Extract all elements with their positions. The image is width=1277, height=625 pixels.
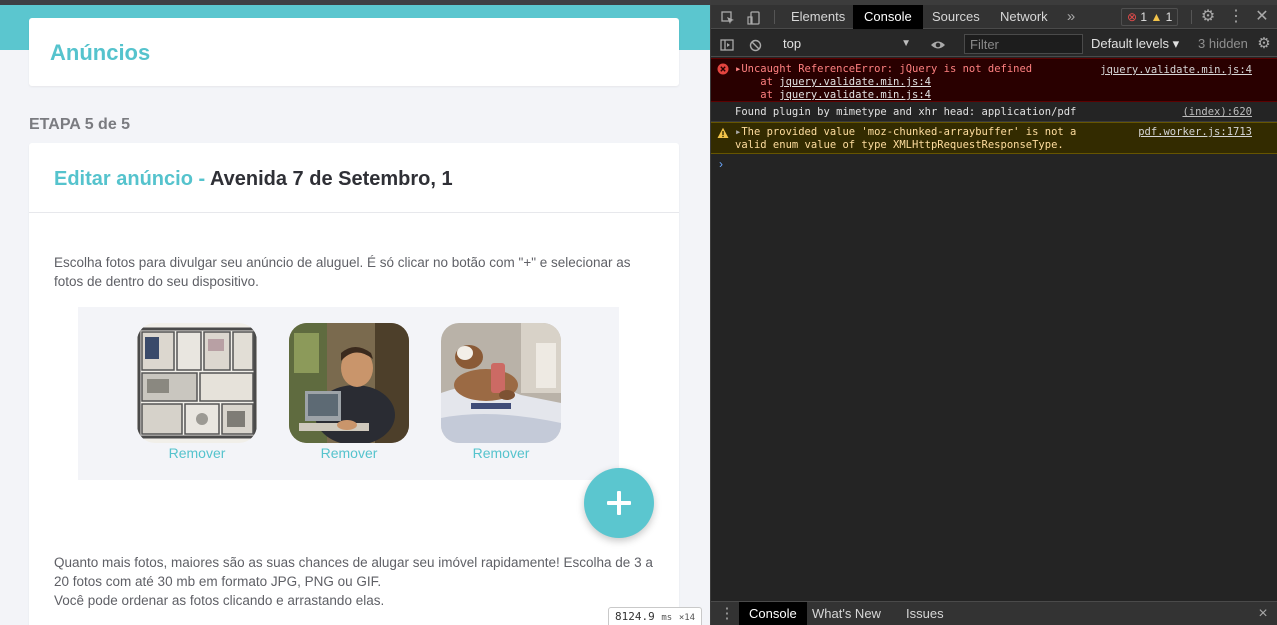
error-text: ▸Uncaught ReferenceError: jQuery is not … bbox=[735, 63, 1033, 101]
error-count-icon: ⊗ bbox=[1127, 10, 1138, 24]
console-error-message[interactable]: ▸Uncaught ReferenceError: jQuery is not … bbox=[711, 58, 1277, 102]
warning-count: 1 bbox=[1165, 10, 1173, 24]
dropdown-caret-icon: ▼ bbox=[901, 38, 911, 49]
sidebar-toggle-icon[interactable] bbox=[717, 31, 737, 57]
warning-line-2: valid enum value of type XMLHttpRequestR… bbox=[735, 139, 1064, 151]
log-levels-dropdown[interactable]: Default levels ▾ bbox=[1091, 35, 1179, 52]
page-title: Anúncios bbox=[50, 40, 151, 65]
context-selector[interactable]: top ▼ bbox=[783, 35, 915, 52]
console-toolbar: top ▼ Default levels ▾ 3 hidden ⚙ bbox=[711, 30, 1277, 57]
live-expression-eye-icon[interactable] bbox=[927, 31, 949, 57]
console-filter-input[interactable] bbox=[964, 34, 1083, 54]
tab-console[interactable]: Console bbox=[853, 5, 923, 29]
photo-tips-line-2: Você pode ordenar as fotos clicando e ar… bbox=[54, 593, 385, 608]
warning-icon bbox=[717, 127, 729, 138]
listing-address: Avenida 7 de Setembro, 1 bbox=[209, 168, 453, 190]
photo-floor-plan[interactable] bbox=[137, 323, 257, 443]
close-drawer-icon[interactable]: × bbox=[1253, 602, 1273, 625]
tab-network[interactable]: Network bbox=[989, 5, 1059, 29]
tab-sources[interactable]: Sources bbox=[921, 5, 991, 29]
chevron-double-right-icon[interactable]: » bbox=[1061, 5, 1081, 29]
stack-frame-link-2[interactable]: jquery.validate.min.js:4 bbox=[779, 89, 931, 101]
card-header: Editar anúncio - Avenida 7 de Setembro, … bbox=[29, 143, 679, 213]
log-text: Found plugin by mimetype and xhr head: a… bbox=[735, 106, 1077, 118]
console-warning-message[interactable]: ▸The provided value 'moz-chunked-arraybu… bbox=[711, 122, 1277, 154]
header-card: Anúncios bbox=[29, 18, 679, 86]
clear-console-icon[interactable] bbox=[745, 31, 765, 57]
card-title-prefix: Editar anúncio - bbox=[54, 168, 210, 190]
remove-photo-1-link[interactable]: Remover bbox=[137, 445, 257, 461]
device-toggle-icon[interactable] bbox=[743, 5, 765, 29]
photo-dog-on-bed[interactable] bbox=[441, 323, 561, 443]
tab-elements[interactable]: Elements bbox=[780, 5, 856, 29]
timing-badge: 8124.9 ms ×14 bbox=[608, 607, 703, 625]
timing-unit: ms bbox=[661, 613, 673, 623]
hidden-messages-count: 3 hidden bbox=[1198, 36, 1248, 51]
photo-gallery: Remover Remover Remover bbox=[78, 307, 619, 480]
add-photo-button[interactable] bbox=[584, 468, 654, 538]
drawer-tab-whats-new[interactable]: What's New bbox=[802, 602, 891, 625]
warning-source-link[interactable]: pdf.worker.js:1713 bbox=[1138, 126, 1252, 139]
warning-line-1: The provided value 'moz-chunked-arraybuf… bbox=[741, 126, 1077, 138]
error-line: Uncaught ReferenceError: jQuery is not d… bbox=[741, 63, 1033, 75]
settings-gear-icon[interactable]: ⚙ bbox=[1197, 5, 1219, 29]
devtools-tab-bar: Elements Console Sources Network » ⊗ 1 ▲… bbox=[711, 5, 1277, 29]
console-settings-gear-icon[interactable]: ⚙ bbox=[1254, 31, 1274, 57]
inspect-element-icon[interactable] bbox=[717, 5, 739, 29]
remove-photo-2-link[interactable]: Remover bbox=[289, 445, 409, 461]
more-options-icon[interactable]: ⋮ bbox=[1225, 5, 1247, 29]
drawer-tab-issues[interactable]: Issues bbox=[896, 602, 954, 625]
devtools-panel: Elements Console Sources Network » ⊗ 1 ▲… bbox=[710, 0, 1277, 625]
devtools-drawer-bar: ⋮ Console What's New Issues × bbox=[711, 601, 1277, 625]
warning-count-icon: ▲ bbox=[1150, 10, 1163, 24]
photo-tips-text: Quanto mais fotos, maiores são as suas c… bbox=[54, 553, 654, 610]
card-title: Editar anúncio - Avenida 7 de Setembro, … bbox=[54, 168, 453, 191]
error-count: 1 bbox=[1140, 10, 1148, 24]
close-devtools-icon[interactable]: ✕ bbox=[1251, 5, 1273, 29]
context-value: top bbox=[783, 36, 802, 51]
intro-text: Escolha fotos para divulgar seu anúncio … bbox=[54, 255, 631, 289]
web-page: Anúncios ETAPA 5 de 5 Editar anúncio - A… bbox=[0, 0, 710, 625]
timing-value: 8124.9 bbox=[615, 610, 655, 623]
drawer-tab-console[interactable]: Console bbox=[739, 602, 807, 625]
step-indicator: ETAPA 5 de 5 bbox=[29, 116, 131, 133]
issue-counter[interactable]: ⊗ 1 ▲ 1 bbox=[1121, 8, 1179, 26]
console-prompt-icon[interactable]: › bbox=[719, 157, 723, 171]
photo-tips-line-1: Quanto mais fotos, maiores são as suas c… bbox=[54, 555, 653, 589]
timing-multiplier: ×14 bbox=[678, 613, 696, 623]
drawer-menu-icon[interactable]: ⋮ bbox=[717, 602, 737, 625]
warning-text: ▸The provided value 'moz-chunked-arraybu… bbox=[735, 126, 1076, 152]
stack-frame-link-1[interactable]: jquery.validate.min.js:4 bbox=[779, 76, 931, 88]
error-source-link[interactable]: jquery.validate.min.js:4 bbox=[1100, 64, 1252, 77]
log-source-link[interactable]: (index):620 bbox=[1182, 106, 1252, 119]
console-log-message: Found plugin by mimetype and xhr head: a… bbox=[711, 103, 1277, 122]
photo-man-at-computer[interactable] bbox=[289, 323, 409, 443]
remove-photo-3-link[interactable]: Remover bbox=[441, 445, 561, 461]
edit-listing-card: Editar anúncio - Avenida 7 de Setembro, … bbox=[29, 143, 679, 625]
error-icon bbox=[717, 63, 729, 75]
